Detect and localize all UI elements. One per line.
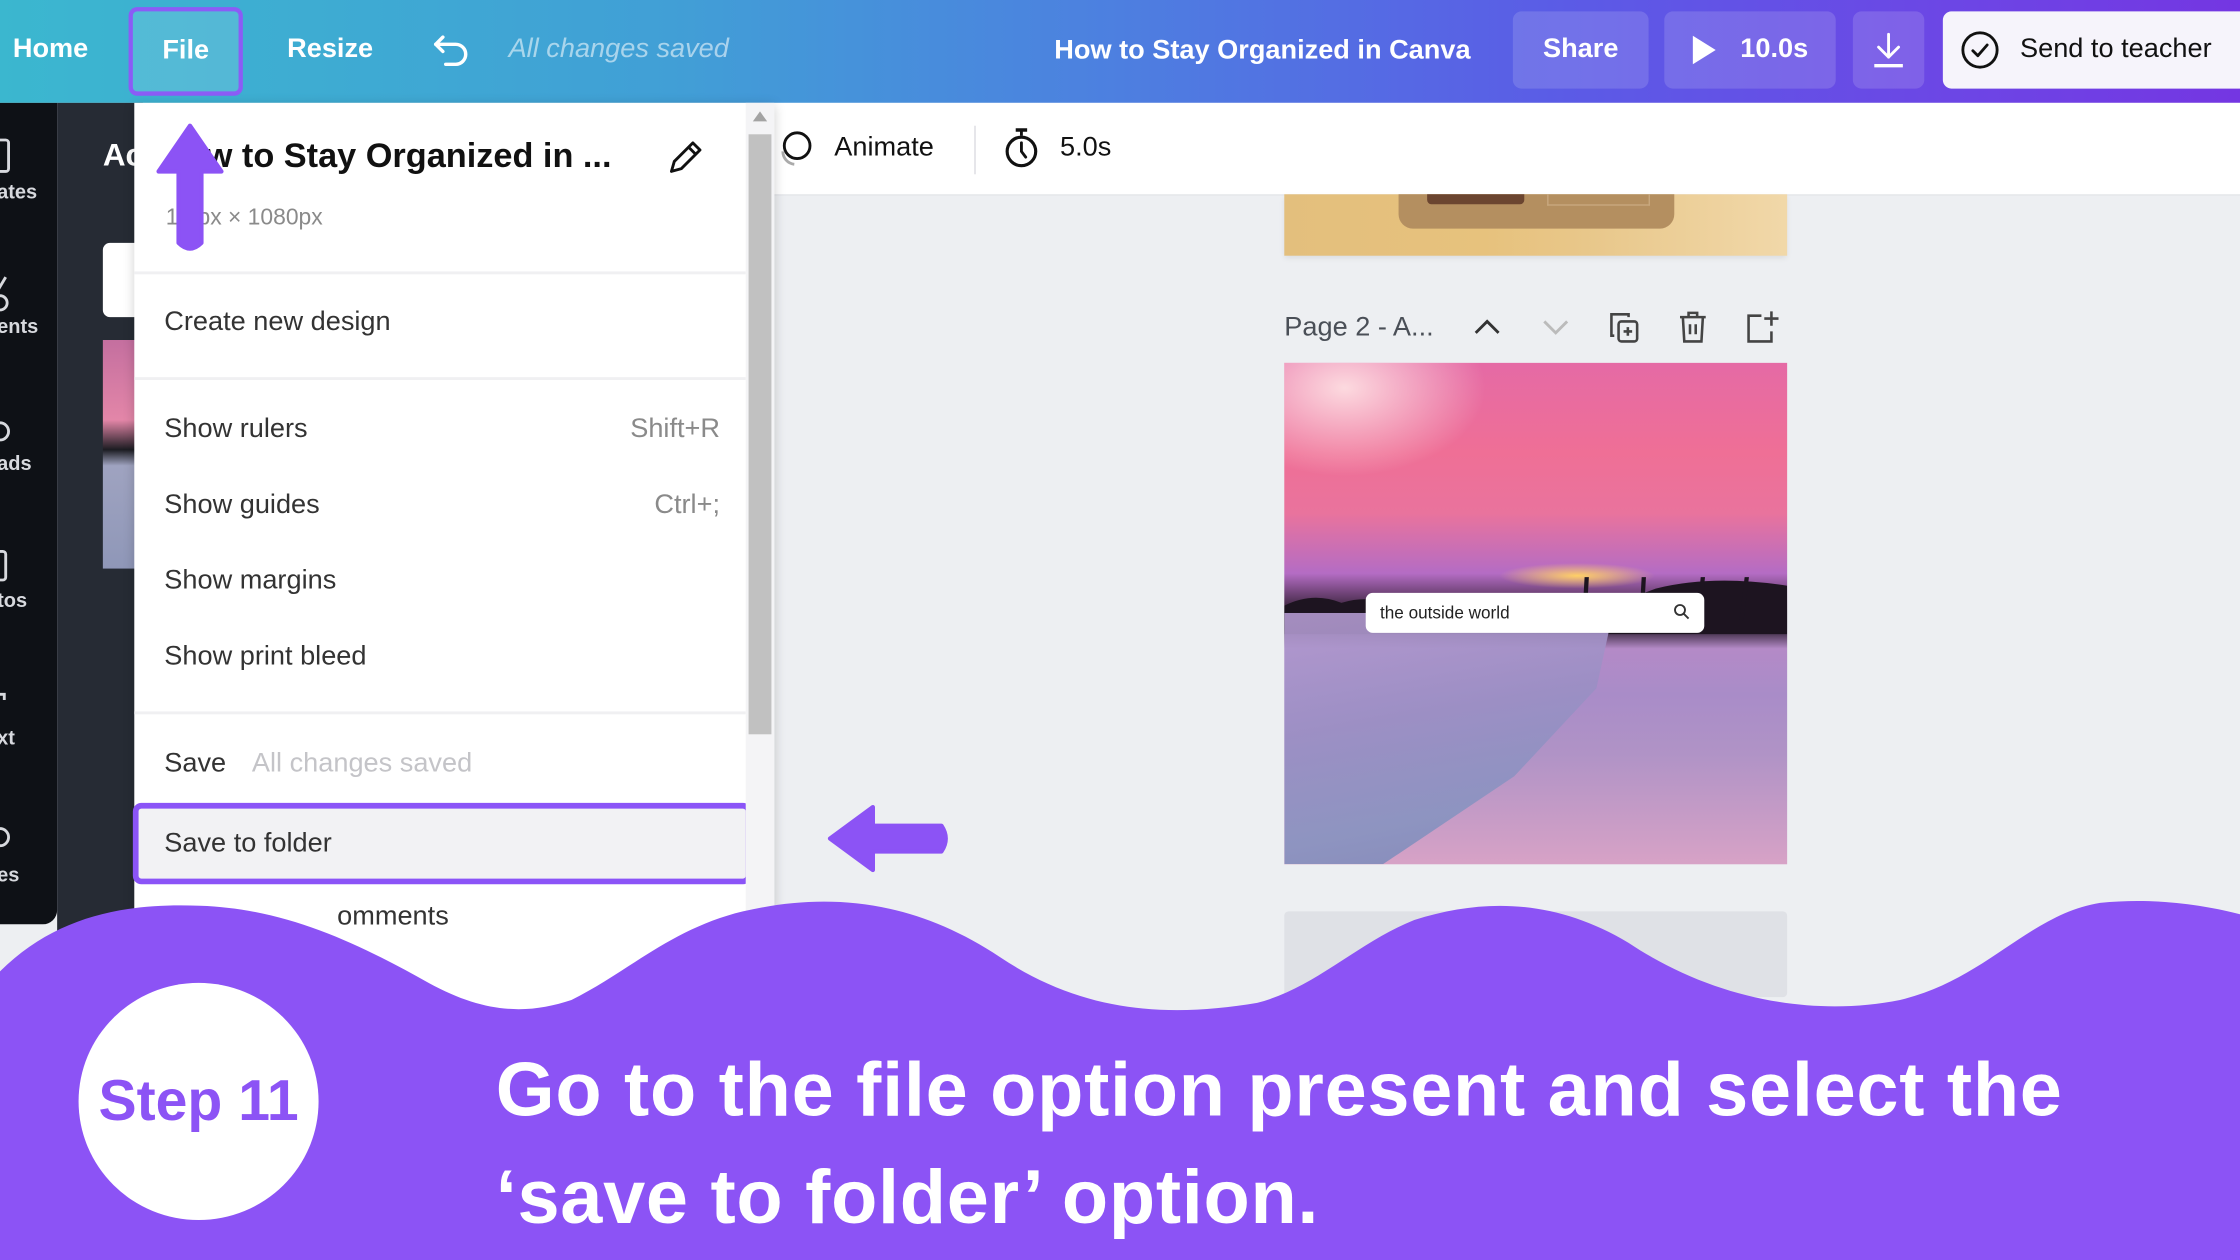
file-button-label: File [162, 35, 210, 66]
tutorial-instruction: Go to the file option present and select… [496, 1037, 2210, 1251]
home-button[interactable]: Home [13, 0, 88, 100]
share-label: Share [1542, 34, 1619, 65]
menu-item-show-print-bleed[interactable]: Show print bleed [134, 621, 745, 692]
menu-item-label: Create new design [164, 307, 391, 338]
duplicate-icon [1610, 312, 1639, 343]
rail-item-label: xt [0, 725, 15, 749]
toolbar-divider [974, 125, 976, 175]
menu-divider [134, 271, 746, 275]
photos-icon [0, 550, 8, 582]
rail-item-photos[interactable]: tos [0, 546, 57, 612]
step-label: Step 11 [98, 1069, 299, 1133]
menu-item-shortcut: Ctrl+; [654, 489, 720, 520]
play-icon [1693, 35, 1717, 65]
share-button[interactable]: Share [1512, 11, 1649, 89]
animate-icon [781, 131, 812, 166]
top-bar: Home File Resize All changes saved How t… [0, 0, 2240, 103]
elements-icon [0, 276, 9, 312]
page-1-graphic [1398, 194, 1675, 229]
templates-icon [0, 138, 10, 173]
design-search-bar[interactable]: the outside world [1365, 592, 1705, 633]
send-to-teacher-button[interactable]: Send to teacher [1942, 11, 2240, 89]
instruction-line-2: ‘save to folder’ option. [495, 1155, 1320, 1240]
step-badge: Step 11 [78, 982, 319, 1220]
menu-item-create-new-design[interactable]: Create new design [134, 287, 745, 358]
rail-item-text[interactable]: xt [0, 683, 57, 749]
rail-item-label: ads [0, 451, 32, 475]
menu-item-show-rulers[interactable]: Show rulers Shift+R [134, 394, 745, 465]
graphic-detail [1547, 194, 1650, 206]
graphic-detail [1427, 194, 1525, 205]
duration-label: 5.0s [1059, 132, 1112, 163]
rail-item-label: tos [0, 588, 28, 612]
page-2-canvas[interactable]: the outside world [1284, 362, 1788, 865]
download-button[interactable] [1852, 11, 1925, 89]
rail-item-uploads[interactable]: ads [0, 409, 57, 475]
page-duration-button[interactable]: 5.0s [1003, 103, 1111, 194]
send-to-teacher-label: Send to teacher [2019, 34, 2212, 65]
annotation-arrow-up-icon [156, 123, 224, 251]
save-status: All changes saved [508, 34, 729, 65]
rail-item-label: ents [0, 314, 39, 338]
menu-item-label: Show margins [164, 565, 337, 596]
uploads-icon [0, 421, 10, 442]
page-label[interactable]: Page 2 - A... [1284, 309, 1433, 349]
rail-item-label: ates [0, 179, 38, 203]
menu-item-shortcut: Shift+R [630, 414, 720, 445]
rail-item-templates[interactable]: ates [0, 137, 57, 203]
menu-item-label: Save [164, 748, 227, 779]
rail-item-elements[interactable]: ents [0, 271, 57, 337]
duplicate-page-button[interactable] [1603, 306, 1646, 349]
menu-item-show-margins[interactable]: Show margins [134, 546, 745, 617]
move-page-up-button[interactable] [1466, 306, 1509, 349]
menu-item-label: Show print bleed [164, 641, 367, 672]
undo-icon[interactable] [431, 31, 471, 68]
play-button[interactable]: 10.0s [1664, 11, 1836, 89]
trash-icon [1679, 311, 1706, 343]
menu-divider [134, 377, 746, 380]
scroll-up-arrow-icon[interactable] [752, 111, 768, 122]
left-nav-rail: ates ents ads tos xt es [0, 102, 58, 925]
scrollbar-thumb[interactable] [748, 134, 772, 735]
add-page-icon [1747, 311, 1779, 343]
search-bar-text: the outside world [1379, 602, 1510, 623]
check-circle-icon [1961, 31, 1999, 69]
menu-item-label: Show rulers [164, 414, 308, 445]
timer-icon [1005, 128, 1038, 168]
menu-item-show-guides[interactable]: Show guides Ctrl+; [134, 470, 745, 541]
menu-divider [134, 711, 746, 715]
chevron-up-icon [1474, 319, 1500, 334]
play-duration: 10.0s [1740, 34, 1809, 65]
document-title[interactable]: How to Stay Organized in Canva [1054, 0, 1470, 103]
screen: Home File Resize All changes saved How t… [0, 0, 2240, 1260]
chevron-down-icon [1543, 320, 1569, 335]
text-icon [0, 692, 6, 700]
save-status-sublabel: All changes saved [251, 748, 473, 779]
side-panel-thumbnail[interactable] [102, 339, 138, 569]
delete-page-button[interactable] [1671, 306, 1714, 349]
editor-toolbar: Animate 5.0s [774, 102, 2240, 196]
menu-item-label: Save to folder [164, 828, 332, 859]
design-title: w to Stay Organized in ... [205, 137, 612, 176]
animate-label: Animate [834, 132, 934, 163]
add-page-button[interactable] [1740, 306, 1783, 349]
menu-item-save[interactable]: Save All changes saved [134, 729, 745, 800]
instruction-line-1: Go to the file option present and select… [495, 1048, 2063, 1133]
download-icon [1874, 32, 1903, 68]
animate-button[interactable]: Animate [774, 103, 934, 194]
file-menu-button[interactable]: File [128, 7, 243, 96]
search-icon [1674, 604, 1690, 620]
page-1-thumbnail[interactable] [1284, 194, 1788, 256]
resize-button[interactable]: Resize [287, 0, 373, 100]
move-page-down-button[interactable] [1534, 306, 1577, 349]
menu-item-label: Show guides [164, 489, 320, 520]
glitter-sea [1284, 612, 1613, 865]
pencil-icon[interactable] [666, 137, 706, 177]
